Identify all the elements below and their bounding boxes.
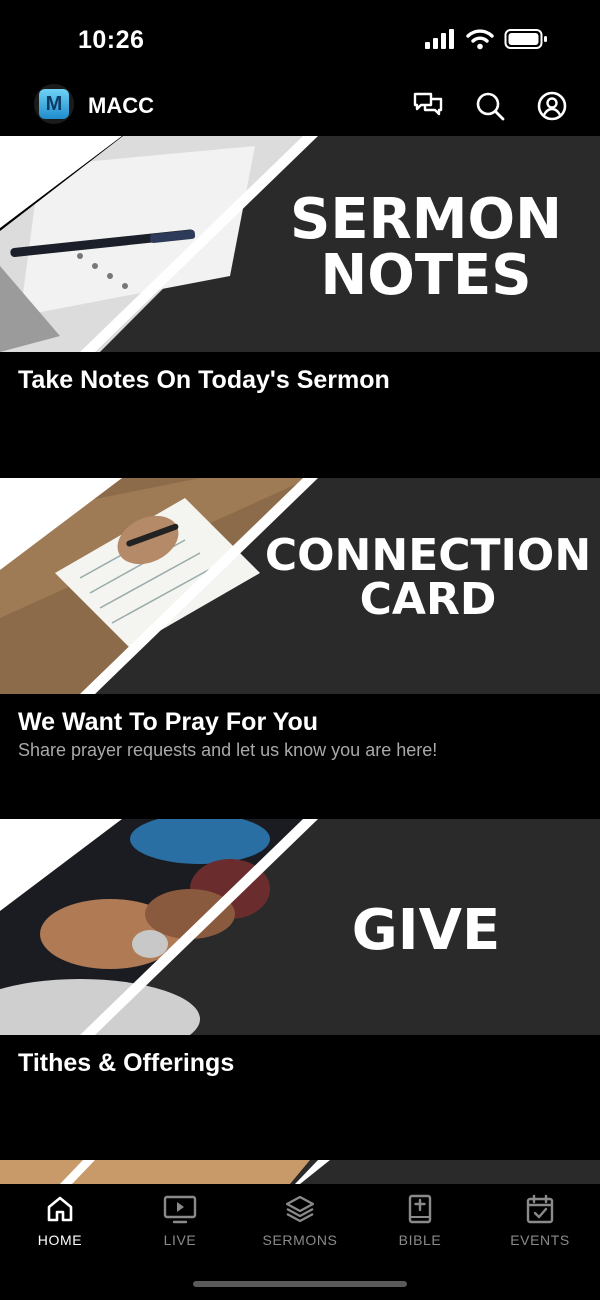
card-connection-card[interactable]: CONNECTION CARD We Want To Pray For You … [0,478,600,819]
tv-play-icon [163,1195,197,1224]
card-title: Take Notes On Today's Sermon [18,366,390,394]
banner-title-line: GIVE [351,898,501,963]
tab-events[interactable]: EVENTS [480,1194,600,1248]
layers-icon [285,1195,315,1223]
banner-title-line: CARD [359,574,497,625]
banner-connection-card: CONNECTION CARD [0,478,600,694]
banner-title-line: CONNECTION [264,530,592,581]
battery-icon [504,28,548,55]
banner-give: GIVE [0,819,600,1035]
wifi-icon [466,28,494,55]
tab-sermons[interactable]: SERMONS [240,1194,360,1248]
card-partial[interactable] [0,1160,600,1184]
tab-label: HOME [37,1232,83,1248]
tab-label: BIBLE [398,1232,442,1248]
banner-sermon-notes: SERMON NOTES [0,136,600,352]
app-title: MACC [88,93,154,118]
logo-letter: M [45,92,63,115]
card-title: We Want To Pray For You [18,708,319,736]
tab-bible[interactable]: BIBLE [360,1194,480,1248]
home-icon [47,1196,73,1222]
tab-label: EVENTS [510,1232,570,1248]
calendar-check-icon [526,1194,554,1224]
banner-title-line: NOTES [320,243,532,308]
bible-icon [408,1194,432,1224]
app-logo[interactable]: M [34,84,74,124]
cellular-signal-icon [424,28,456,55]
card-give[interactable]: GIVE Tithes & Offerings [0,819,600,1160]
account-icon[interactable] [536,90,568,122]
banner-photo-partial [0,1160,600,1184]
chat-icon[interactable] [412,90,444,122]
banner-title-line: SERMON [290,187,562,252]
app-bar: M MACC [0,78,600,136]
home-indicator[interactable] [193,1281,407,1287]
tab-label: SERMONS [262,1232,338,1248]
search-icon[interactable] [474,90,506,122]
status-bar: 10:26 [0,0,600,80]
status-time: 10:26 [78,26,145,54]
card-title: Tithes & Offerings [18,1049,235,1077]
card-sermon-notes[interactable]: SERMON NOTES Take Notes On Today's Sermo… [0,136,600,477]
card-subtitle: Share prayer requests and let us know yo… [18,740,438,760]
tab-live[interactable]: LIVE [120,1194,240,1248]
tab-home[interactable]: HOME [0,1194,120,1248]
tab-label: LIVE [163,1232,197,1248]
